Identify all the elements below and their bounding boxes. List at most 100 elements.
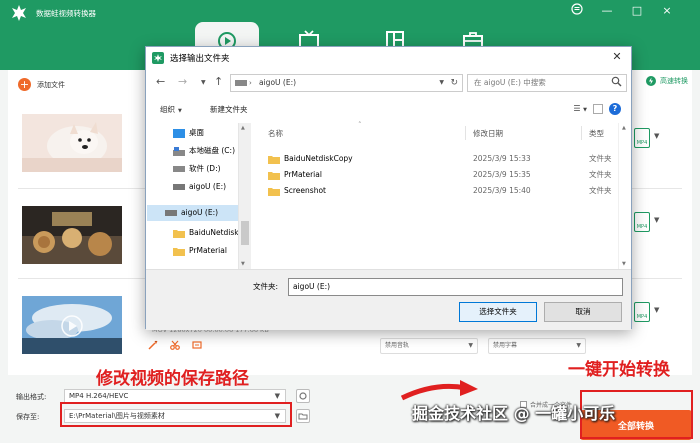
preview-pane-icon[interactable] [593,104,603,114]
folder-name-input[interactable]: aigoU (E:) [288,278,623,296]
nav-item-folder[interactable]: PrMaterial [173,243,227,259]
dialog-close-button[interactable]: ✕ [609,50,625,63]
output-format-badge[interactable]: MP4 [634,128,650,148]
annotation-arrow-icon [400,380,478,401]
select-folder-button[interactable]: 选择文件夹 [459,302,537,322]
navigation-pane: 桌面 本地磁盘 (C:) 软件 (D:) aigoU (E:) aigoU (E… [147,123,251,269]
usb-drive-icon [173,184,185,190]
format-badge-label: MP4 [636,314,648,320]
file-type: 文件夹 [589,170,612,179]
dialog-title-bar: 选择输出文件夹 ✕ [146,47,631,69]
video-thumbnail[interactable] [22,206,122,264]
chevron-down-icon[interactable]: ▼ [654,132,659,140]
annotation-save-path-text: 修改视频的保存路径 [96,369,249,389]
file-date: 2025/3/9 15:40 [473,186,531,195]
forward-arrow-icon[interactable]: → [178,75,187,88]
format-badge-label: MP4 [636,224,648,230]
search-icon [611,76,622,87]
folder-icon [298,413,308,420]
annotation-convert-text: 一键开始转换 [568,360,670,380]
list-item[interactable]: PrMaterial 2025/3/9 15:35 文件夹 [254,167,618,183]
nav-item-desktop[interactable]: 桌面 [173,125,204,141]
video-thumbnail[interactable] [22,114,122,172]
list-item[interactable]: Screenshot 2025/3/9 15:40 文件夹 [254,183,618,199]
audio-track-value: 禁用音轨 [385,342,410,349]
subtitle-select[interactable]: 禁用字幕 ▼ [488,338,586,354]
search-placeholder: 在 aigoU (E:) 中搜索 [474,78,546,87]
scroll-down-icon[interactable]: ▼ [622,261,626,267]
file-date: 2025/3/9 15:33 [473,154,531,163]
usb-drive-icon [165,210,177,216]
chevron-down-icon: ▼ [576,342,581,349]
address-value: aigoU (E:) [259,78,297,87]
scissors-icon[interactable] [170,340,180,350]
scroll-up-icon[interactable]: ▲ [241,125,245,131]
new-folder-button[interactable]: 新建文件夹 [210,104,248,115]
hw-accel-toggle[interactable]: 高速转换 [646,76,688,86]
address-bar[interactable]: › aigoU (E:) ▼ ↻ [230,74,463,92]
output-format-label: 输出格式: [16,393,47,401]
subtitle-value: 禁用字幕 [493,342,518,349]
scroll-down-icon[interactable]: ▼ [241,261,245,267]
video-thumbnail[interactable] [22,296,122,354]
menu-icon[interactable] [568,3,586,19]
app-title: 数据蛙视频转换器 [36,9,96,18]
maximize-button[interactable]: □ [628,3,646,19]
audio-track-select[interactable]: 禁用音轨 ▼ [380,338,478,354]
file-name: BaiduNetdiskCopy [284,154,353,163]
nav-item-drive-e-selected[interactable]: aigoU (E:) [147,205,239,221]
nav-item-label: PrMaterial [189,246,227,255]
close-app-button[interactable]: × [658,3,676,19]
scroll-up-icon[interactable]: ▲ [622,125,626,131]
nav-item-label: aigoU (E:) [189,182,227,191]
chevron-down-icon[interactable]: ▼ [654,216,659,224]
output-format-badge[interactable]: MP4 [634,302,650,322]
folder-icon [268,156,280,164]
up-arrow-icon[interactable]: ↑ [214,75,223,88]
cancel-button[interactable]: 取消 [544,302,622,322]
nav-item-drive-d[interactable]: 软件 (D:) [173,161,221,177]
open-folder-button[interactable] [296,409,310,423]
nav-pane-scrollbar[interactable]: ▲ ▼ [238,123,251,269]
folder-contents-list: 名称 ˄ 修改日期 类型 BaiduNetdiskCopy 2025/3/9 1… [254,121,631,269]
format-settings-button[interactable] [296,389,310,403]
desktop-icon [173,128,185,138]
view-options-button[interactable]: ☰ ▼ [573,104,587,113]
format-badge-label: MP4 [636,140,648,146]
help-icon[interactable]: ? [609,103,621,115]
sort-caret-icon: ˄ [358,121,362,129]
list-item[interactable]: BaiduNetdiskCopy 2025/3/9 15:33 文件夹 [254,151,618,167]
column-header-type[interactable]: 类型 [589,128,604,139]
annotation-box-save-path [60,402,292,427]
bolt-icon [646,76,656,86]
chevron-down-icon: ▼ [468,342,473,349]
minimize-button[interactable]: — [598,3,616,19]
file-date: 2025/3/9 15:35 [473,170,531,179]
chevron-down-icon[interactable]: ▼ [654,306,659,314]
search-input[interactable]: 在 aigoU (E:) 中搜索 [467,74,627,92]
plus-icon: + [18,78,31,91]
add-file-label: 添加文件 [37,80,65,89]
file-name: PrMaterial [284,170,322,179]
column-header-date[interactable]: 修改日期 [473,128,503,139]
app-logo-icon [12,5,26,21]
nav-item-label: aigoU (E:) [181,208,219,217]
chevron-down-icon[interactable]: ▼ [439,75,444,91]
refresh-icon[interactable]: ↻ [450,75,458,91]
nav-item-drive-c[interactable]: 本地磁盘 (C:) [173,143,235,159]
organize-button[interactable]: 组织 ▼ [160,104,182,115]
nav-item-drive-e[interactable]: aigoU (E:) [173,179,226,195]
magic-wand-icon[interactable] [148,340,158,350]
drive-icon [235,80,247,86]
subtitle-edit-icon[interactable] [192,340,202,350]
output-format-badge[interactable]: MP4 [634,212,650,232]
dialog-toolbar: 组织 ▼ 新建文件夹 ☰ ▼ ? [146,99,631,121]
file-list-scrollbar[interactable]: ▲ ▼ [618,123,631,269]
scrollbar-thumb[interactable] [241,221,249,245]
back-arrow-icon[interactable]: ← [156,75,165,88]
output-format-select[interactable]: MP4 H.264/HEVC ▼ [64,389,286,403]
add-file-button[interactable]: + 添加文件 [18,78,65,91]
recent-dropdown-icon[interactable]: ▼ [201,79,206,86]
app-small-icon [152,52,164,64]
column-header-name[interactable]: 名称 [268,128,283,139]
